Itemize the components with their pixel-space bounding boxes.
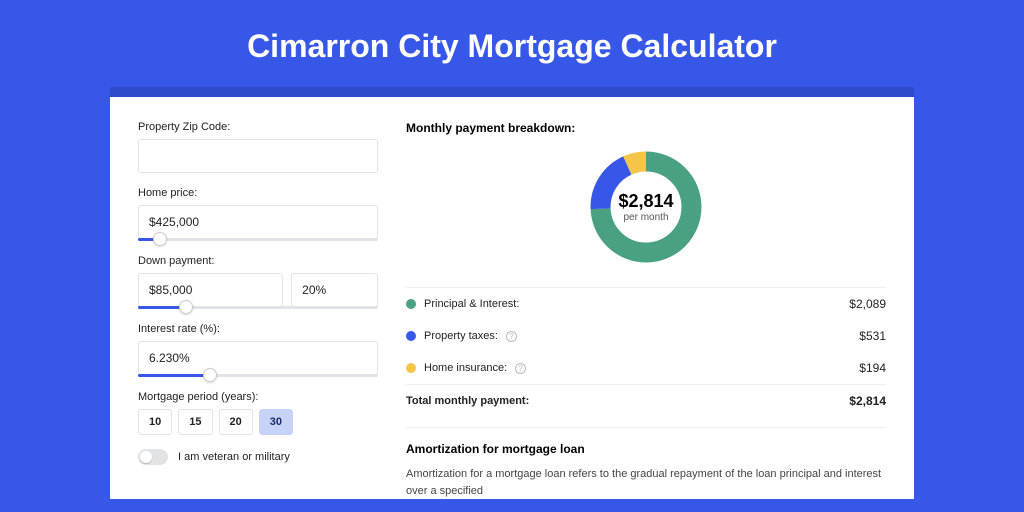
zip-label: Property Zip Code: <box>138 121 378 133</box>
interest-input[interactable] <box>138 341 378 375</box>
slider-thumb[interactable] <box>179 300 193 314</box>
legend-row: Home insurance:? $194 <box>406 352 886 384</box>
legend-dot <box>406 331 416 341</box>
legend: Principal & Interest: $2,089 Property taxe… <box>406 287 886 417</box>
legend-dot <box>406 299 416 309</box>
legend-value: $194 <box>859 361 886 375</box>
breakdown-title: Monthly payment breakdown: <box>406 121 886 135</box>
donut-chart: $2,814 per month <box>586 147 706 267</box>
legend-label: Property taxes: <box>424 330 498 342</box>
info-icon[interactable]: ? <box>515 363 526 374</box>
donut-wrap: $2,814 per month <box>406 147 886 267</box>
veteran-label: I am veteran or military <box>178 451 290 463</box>
legend-row: Principal & Interest: $2,089 <box>406 288 886 320</box>
legend-value: $2,089 <box>849 297 886 311</box>
veteran-toggle[interactable] <box>138 449 168 465</box>
total-label: Total monthly payment: <box>406 395 529 407</box>
breakdown-panel: Monthly payment breakdown: $2,814 per mo… <box>406 121 886 499</box>
down-payment-input[interactable] <box>138 273 283 307</box>
amortization-title: Amortization for mortgage loan <box>406 442 886 456</box>
donut-center: $2,814 per month <box>586 147 706 267</box>
home-price-label: Home price: <box>138 187 378 199</box>
period-buttons: 1015 2030 <box>138 409 378 435</box>
card-shadow: Property Zip Code: Home price: Down paym… <box>110 87 914 499</box>
page-title: Cimarron City Mortgage Calculator <box>0 0 1024 87</box>
period-label: Mortgage period (years): <box>138 391 378 403</box>
amortization-text: Amortization for a mortgage loan refers … <box>406 466 886 499</box>
slider-thumb[interactable] <box>203 368 217 382</box>
zip-input[interactable] <box>138 139 378 173</box>
legend-total-row: Total monthly payment: $2,814 <box>406 384 886 417</box>
amortization-section: Amortization for mortgage loan Amortizat… <box>406 427 886 499</box>
slider-thumb[interactable] <box>153 232 167 246</box>
interest-label: Interest rate (%): <box>138 323 378 335</box>
period-field: Mortgage period (years): 1015 2030 <box>138 391 378 435</box>
down-payment-slider[interactable] <box>138 306 378 309</box>
legend-label: Home insurance: <box>424 362 507 374</box>
toggle-knob <box>140 451 152 463</box>
legend-value: $531 <box>859 329 886 343</box>
info-icon[interactable]: ? <box>506 331 517 342</box>
period-btn-15[interactable]: 15 <box>178 409 212 435</box>
down-payment-label: Down payment: <box>138 255 378 267</box>
down-payment-pct-input[interactable] <box>291 273 378 307</box>
legend-label: Principal & Interest: <box>424 298 519 310</box>
down-payment-field: Down payment: <box>138 255 378 309</box>
interest-slider[interactable] <box>138 374 378 377</box>
home-price-slider[interactable] <box>138 238 378 241</box>
slider-fill <box>138 374 210 377</box>
period-btn-10[interactable]: 10 <box>138 409 172 435</box>
period-btn-30[interactable]: 30 <box>259 409 293 435</box>
home-price-field: Home price: <box>138 187 378 241</box>
form-panel: Property Zip Code: Home price: Down paym… <box>138 121 378 499</box>
donut-amount: $2,814 <box>618 191 673 212</box>
total-value: $2,814 <box>849 394 886 408</box>
legend-dot <box>406 363 416 373</box>
legend-row: Property taxes:? $531 <box>406 320 886 352</box>
period-btn-20[interactable]: 20 <box>219 409 253 435</box>
home-price-input[interactable] <box>138 205 378 239</box>
zip-field: Property Zip Code: <box>138 121 378 173</box>
donut-sub: per month <box>623 212 668 223</box>
interest-field: Interest rate (%): <box>138 323 378 377</box>
veteran-row: I am veteran or military <box>138 449 378 465</box>
calculator-card: Property Zip Code: Home price: Down paym… <box>110 97 914 499</box>
